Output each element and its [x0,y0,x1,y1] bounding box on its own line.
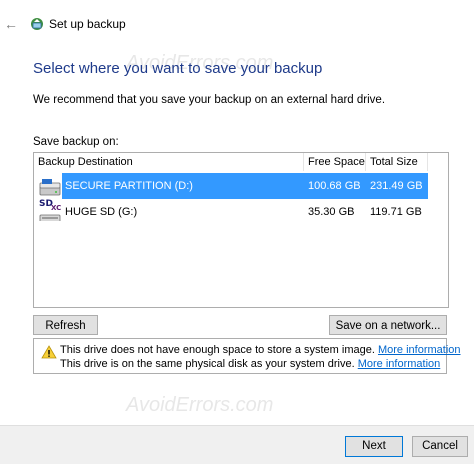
warning-text-space: This drive does not have enough space to… [60,344,375,356]
warning-box: This drive does not have enough space to… [33,338,461,374]
back-arrow-icon[interactable]: ← [4,16,18,32]
column-header-destination[interactable]: Backup Destination [34,153,304,171]
save-on-network-button[interactable]: Save on a network... [329,315,447,335]
warning-text-same-disk: This drive is on the same physical disk … [60,358,355,370]
save-backup-label: Save backup on: [33,136,119,148]
page-heading: Select where you want to save your backu… [33,60,323,77]
destination-row-secure-partition[interactable]: SECURE PARTITION (D:) 100.68 GB 231.49 G… [34,173,448,199]
warning-line-same-disk: This drive is on the same physical disk … [60,358,440,370]
cancel-button[interactable]: Cancel [412,436,468,457]
list-header: Backup Destination Free Space Total Size [34,153,448,171]
recommendation-text: We recommend that you save your backup o… [33,94,386,106]
title-bar: ← Set up backup [0,0,474,44]
sd-card-drive-icon: SD XC [39,199,61,221]
more-information-link-space[interactable]: More information [378,344,461,356]
destination-row-huge-sd[interactable]: SD XC HUGE SD (G:) 35.30 GB 119.71 GB [34,199,448,225]
destination-free-space: 100.68 GB [308,180,361,192]
column-header-free-space[interactable]: Free Space [304,153,366,171]
watermark-bottom: AvoidErrors.com [126,394,274,416]
footer-bar: Next Cancel [0,425,474,464]
backup-destination-list[interactable]: Backup Destination Free Space Total Size… [33,152,449,308]
destination-free-space: 35.30 GB [308,206,355,218]
warning-line-space: This drive does not have enough space to… [60,344,461,356]
next-button[interactable]: Next [345,436,403,457]
window-title: Set up backup [49,17,126,31]
destination-total-size: 231.49 GB [370,180,423,192]
sdxc-icon-label: XC [51,204,61,212]
more-information-link-same-disk[interactable]: More information [358,358,441,370]
backup-app-icon [31,18,43,30]
destination-name: SECURE PARTITION (D:) [65,180,193,192]
column-header-total-size[interactable]: Total Size [366,153,428,171]
destination-name: HUGE SD (G:) [65,206,138,218]
destination-total-size: 119.71 GB [370,206,422,218]
warning-icon [41,345,57,359]
refresh-button[interactable]: Refresh [33,315,98,335]
